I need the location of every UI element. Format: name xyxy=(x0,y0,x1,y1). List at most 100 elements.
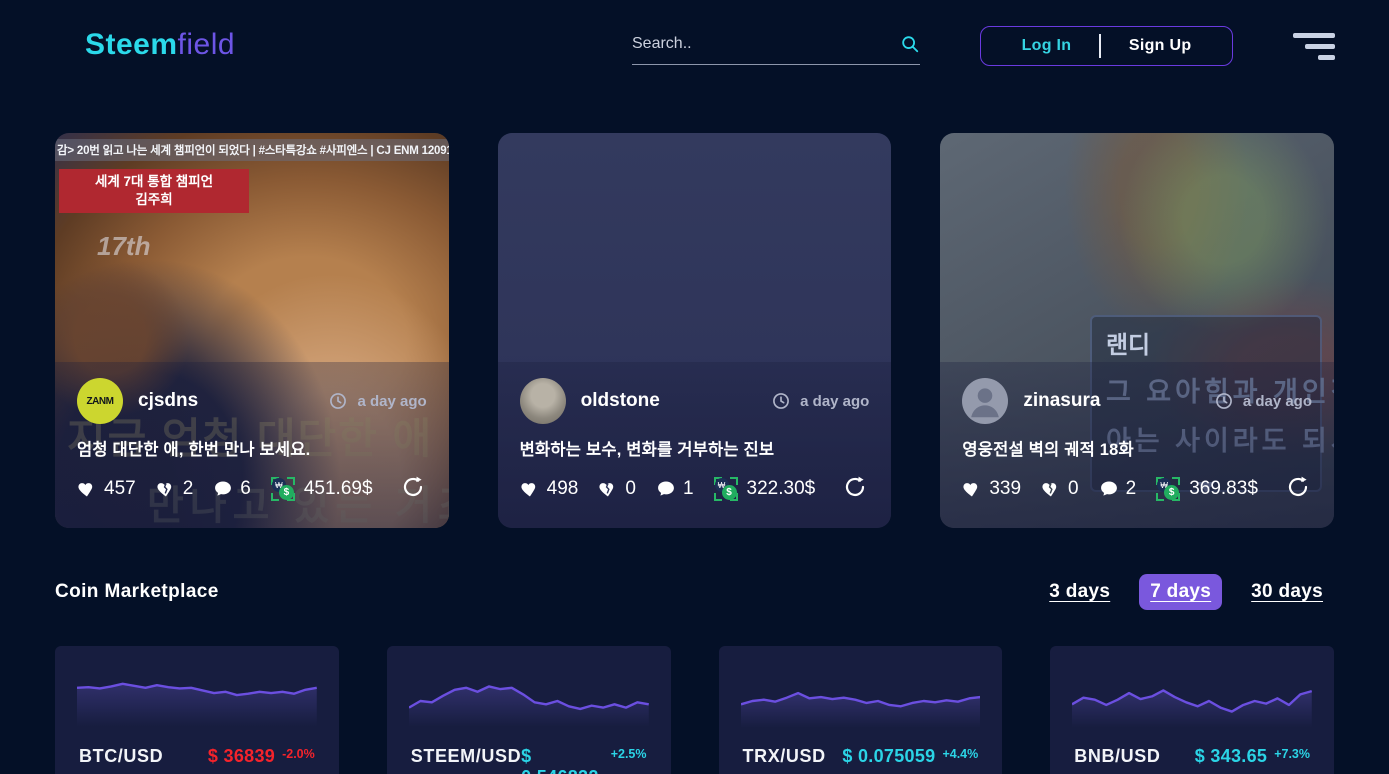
post-author[interactable]: cjsdns xyxy=(138,390,198,412)
avatar[interactable] xyxy=(962,378,1009,424)
coin-change: +4.4% xyxy=(942,747,979,761)
clock-icon xyxy=(330,393,347,409)
payout[interactable]: ₩ $ 369.83$ xyxy=(1156,477,1258,501)
sparkline-chart xyxy=(1072,668,1312,734)
payout-amount: 369.83$ xyxy=(1189,478,1258,499)
comments-count: 1 xyxy=(682,478,694,499)
broken-heart-icon xyxy=(157,483,171,497)
resteem-button[interactable] xyxy=(843,474,867,504)
downvote-count: 0 xyxy=(625,478,636,499)
steem-dollar-icon: ₩ $ xyxy=(713,477,738,501)
coin-card-btc[interactable]: BTC/USD $ 36839 -2.0% xyxy=(55,646,339,774)
post-author[interactable]: oldstone xyxy=(581,390,660,412)
period-tabs: 3 days 7 days 30 days xyxy=(1038,574,1334,610)
resteem-icon xyxy=(403,476,422,496)
heart-icon xyxy=(521,483,535,497)
comments-button[interactable]: 2 xyxy=(1099,478,1137,500)
comment-icon xyxy=(215,481,232,496)
post-title[interactable]: 엄청 대단한 애, 한번 만나 보세요. xyxy=(77,436,427,460)
upvote-count: 498 xyxy=(546,478,579,499)
upvote-button[interactable]: 498 xyxy=(520,478,579,500)
downvote-button[interactable]: 0 xyxy=(1041,478,1079,500)
post-footer: oldstone a day ago 변화하는 보수, 변화를 거부하는 진보 … xyxy=(497,362,892,528)
upvote-count: 457 xyxy=(104,478,136,499)
post-title[interactable]: 영웅전설 벽의 궤적 18화 xyxy=(962,436,1312,460)
coin-price: $ 343.65 xyxy=(1194,746,1268,766)
thumbnail-banner: 세계 7대 통합 챔피언 김주희 xyxy=(59,169,249,214)
heart-icon xyxy=(963,483,978,497)
resteem-button[interactable] xyxy=(401,474,425,504)
comments-count: 6 xyxy=(240,478,251,499)
coin-pair: STEEM/USD xyxy=(410,746,522,766)
search-icon[interactable] xyxy=(900,34,920,54)
payout-amount: 451.69$ xyxy=(303,478,373,499)
auth-box: Log In Sign Up xyxy=(980,26,1233,66)
heart-icon xyxy=(78,483,93,497)
payout-amount: 322.30$ xyxy=(746,478,816,499)
marketplace-title: Coin Marketplace xyxy=(55,581,219,602)
login-button[interactable]: Log In xyxy=(994,29,1100,63)
coin-price: $ 36839 xyxy=(207,746,276,766)
post-time: a day ago xyxy=(328,391,427,411)
coin-pair: BTC/USD xyxy=(79,746,164,766)
comments-button[interactable]: 1 xyxy=(656,478,694,500)
coin-card-trx[interactable]: TRX/USD $ 0.075059 +4.4% xyxy=(718,646,1003,774)
payout[interactable]: ₩ $ 451.69$ xyxy=(270,477,373,501)
tab-7-days[interactable]: 7 days xyxy=(1139,574,1223,610)
coin-grid: BTC/USD $ 36839 -2.0% STEEM/USD $ 0.5468… xyxy=(0,646,1389,774)
tab-3-days[interactable]: 3 days xyxy=(1038,574,1121,610)
post-stats: 457 2 6 ₩ $ 451.69$ xyxy=(77,474,427,504)
post-card[interactable]: 감> 20번 읽고 나는 세계 챔피언이 되었다 | #스타특강쇼 #사피엔스 … xyxy=(55,133,449,528)
logo-part-steem: Steem xyxy=(85,28,178,61)
comments-button[interactable]: 6 xyxy=(213,478,251,500)
search-input[interactable] xyxy=(632,35,900,53)
post-author[interactable]: zinasura xyxy=(1023,390,1100,412)
signup-button[interactable]: Sign Up xyxy=(1101,29,1220,63)
sparkline-chart xyxy=(741,668,981,734)
coin-price: $ 0.546832 xyxy=(521,746,598,774)
comments-count: 2 xyxy=(1125,478,1137,499)
post-card[interactable]: oldstone a day ago 변화하는 보수, 변화를 거부하는 진보 … xyxy=(497,133,892,528)
post-time: a day ago xyxy=(771,391,869,411)
header: Steemfield Log In Sign Up xyxy=(0,0,1389,92)
resteem-button[interactable] xyxy=(1286,474,1310,504)
resteem-icon xyxy=(1288,476,1308,496)
sparkline-chart xyxy=(77,668,317,734)
avatar[interactable] xyxy=(519,378,566,424)
post-card[interactable]: 랜디 그 요아힘과 개인적으로 아는 사이라도 되시나요? zinasura xyxy=(940,133,1335,528)
marketplace-header: Coin Marketplace 3 days 7 days 30 days xyxy=(0,574,1389,610)
upvote-button[interactable]: 339 xyxy=(962,478,1021,500)
coin-card-bnb[interactable]: BNB/USD $ 343.65 +7.3% xyxy=(1050,646,1334,774)
downvote-count: 0 xyxy=(1068,478,1079,499)
coin-change: +2.5% xyxy=(610,747,647,761)
coin-price: $ 0.075059 xyxy=(842,746,936,766)
downvote-button[interactable]: 2 xyxy=(156,478,193,500)
clock-icon xyxy=(773,393,790,409)
broken-heart-icon xyxy=(1042,483,1057,497)
post-footer: ZANM cjsdns a day ago 엄청 대단한 애, 한번 만나 보세… xyxy=(55,362,449,528)
upvote-count: 339 xyxy=(989,478,1022,499)
post-footer: zinasura a day ago 영웅전설 벽의 궤적 18화 339 0 … xyxy=(940,362,1335,528)
steem-dollar-icon: ₩ $ xyxy=(270,477,295,501)
clock-icon xyxy=(1215,393,1232,409)
search-box xyxy=(632,34,920,65)
coin-change: +7.3% xyxy=(1274,747,1310,761)
coin-card-steem[interactable]: STEEM/USD $ 0.546832 +2.5% xyxy=(386,646,671,774)
menu-icon[interactable] xyxy=(1293,33,1335,60)
tab-30-days[interactable]: 30 days xyxy=(1240,574,1334,610)
post-stats: 339 0 2 ₩ $ 369.83$ xyxy=(962,474,1312,504)
upvote-button[interactable]: 457 xyxy=(77,478,136,500)
resteem-icon xyxy=(846,476,865,496)
logo[interactable]: Steemfield xyxy=(85,28,235,62)
avatar[interactable]: ZANM xyxy=(77,378,123,424)
thumbnail-caption: 감> 20번 읽고 나는 세계 챔피언이 되었다 | #스타특강쇼 #사피엔스 … xyxy=(55,139,449,161)
downvote-button[interactable]: 0 xyxy=(598,478,636,500)
payout[interactable]: ₩ $ 322.30$ xyxy=(713,477,816,501)
steem-dollar-icon: ₩ $ xyxy=(1156,477,1181,501)
post-time: a day ago xyxy=(1214,391,1312,411)
logo-part-field: field xyxy=(177,28,236,61)
coin-pair: BNB/USD xyxy=(1074,746,1161,766)
comment-icon xyxy=(658,481,674,496)
person-icon xyxy=(971,388,1000,418)
post-title[interactable]: 변화하는 보수, 변화를 거부하는 진보 xyxy=(520,436,870,460)
